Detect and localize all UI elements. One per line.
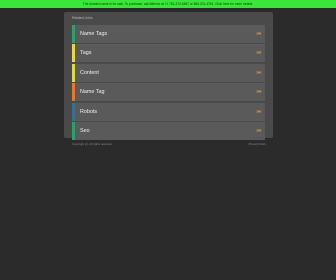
accent-bar bbox=[72, 25, 75, 43]
link-item[interactable]: Name Tag »» bbox=[72, 83, 265, 102]
sale-banner[interactable]: The domain name is for sale. To purchase… bbox=[0, 0, 336, 8]
link-item[interactable]: Tags »» bbox=[72, 44, 265, 63]
accent-bar bbox=[72, 63, 75, 82]
link-item[interactable]: Content »» bbox=[72, 63, 265, 82]
double-chevron-right-icon: »» bbox=[256, 89, 261, 96]
related-links-panel: Related Links Name Tags »» Tags »» Conte… bbox=[64, 12, 273, 141]
link-label: Name Tags bbox=[80, 31, 108, 37]
accent-bar bbox=[72, 102, 75, 121]
link-label: Tags bbox=[80, 50, 92, 57]
double-chevron-right-icon: »» bbox=[256, 31, 261, 37]
link-label: Content bbox=[80, 69, 99, 76]
double-chevron-right-icon: »» bbox=[256, 50, 261, 57]
accent-bar bbox=[72, 121, 75, 140]
double-chevron-right-icon: »» bbox=[256, 69, 261, 76]
double-chevron-right-icon: »» bbox=[256, 108, 261, 115]
double-chevron-right-icon: »» bbox=[256, 127, 261, 134]
link-label: Robots bbox=[80, 108, 98, 115]
link-label: Name Tag bbox=[80, 89, 105, 96]
link-item[interactable]: Seo »» bbox=[72, 121, 265, 140]
accent-bar bbox=[72, 83, 75, 102]
link-label: Seo bbox=[80, 127, 90, 134]
link-item[interactable]: Name Tags »» bbox=[72, 25, 265, 43]
sale-banner-text: The domain name is for sale. To purchase… bbox=[82, 2, 254, 6]
links-list: Name Tags »» Tags »» Content »» Name Tag… bbox=[72, 25, 265, 141]
panel-header: Related Links bbox=[72, 16, 93, 20]
copyright-text: Copyright (c). All rights reserved. bbox=[72, 142, 113, 146]
link-item[interactable]: Robots »» bbox=[72, 102, 265, 121]
privacy-policy-link[interactable]: Privacy Policy bbox=[249, 142, 266, 146]
accent-bar bbox=[72, 44, 75, 63]
